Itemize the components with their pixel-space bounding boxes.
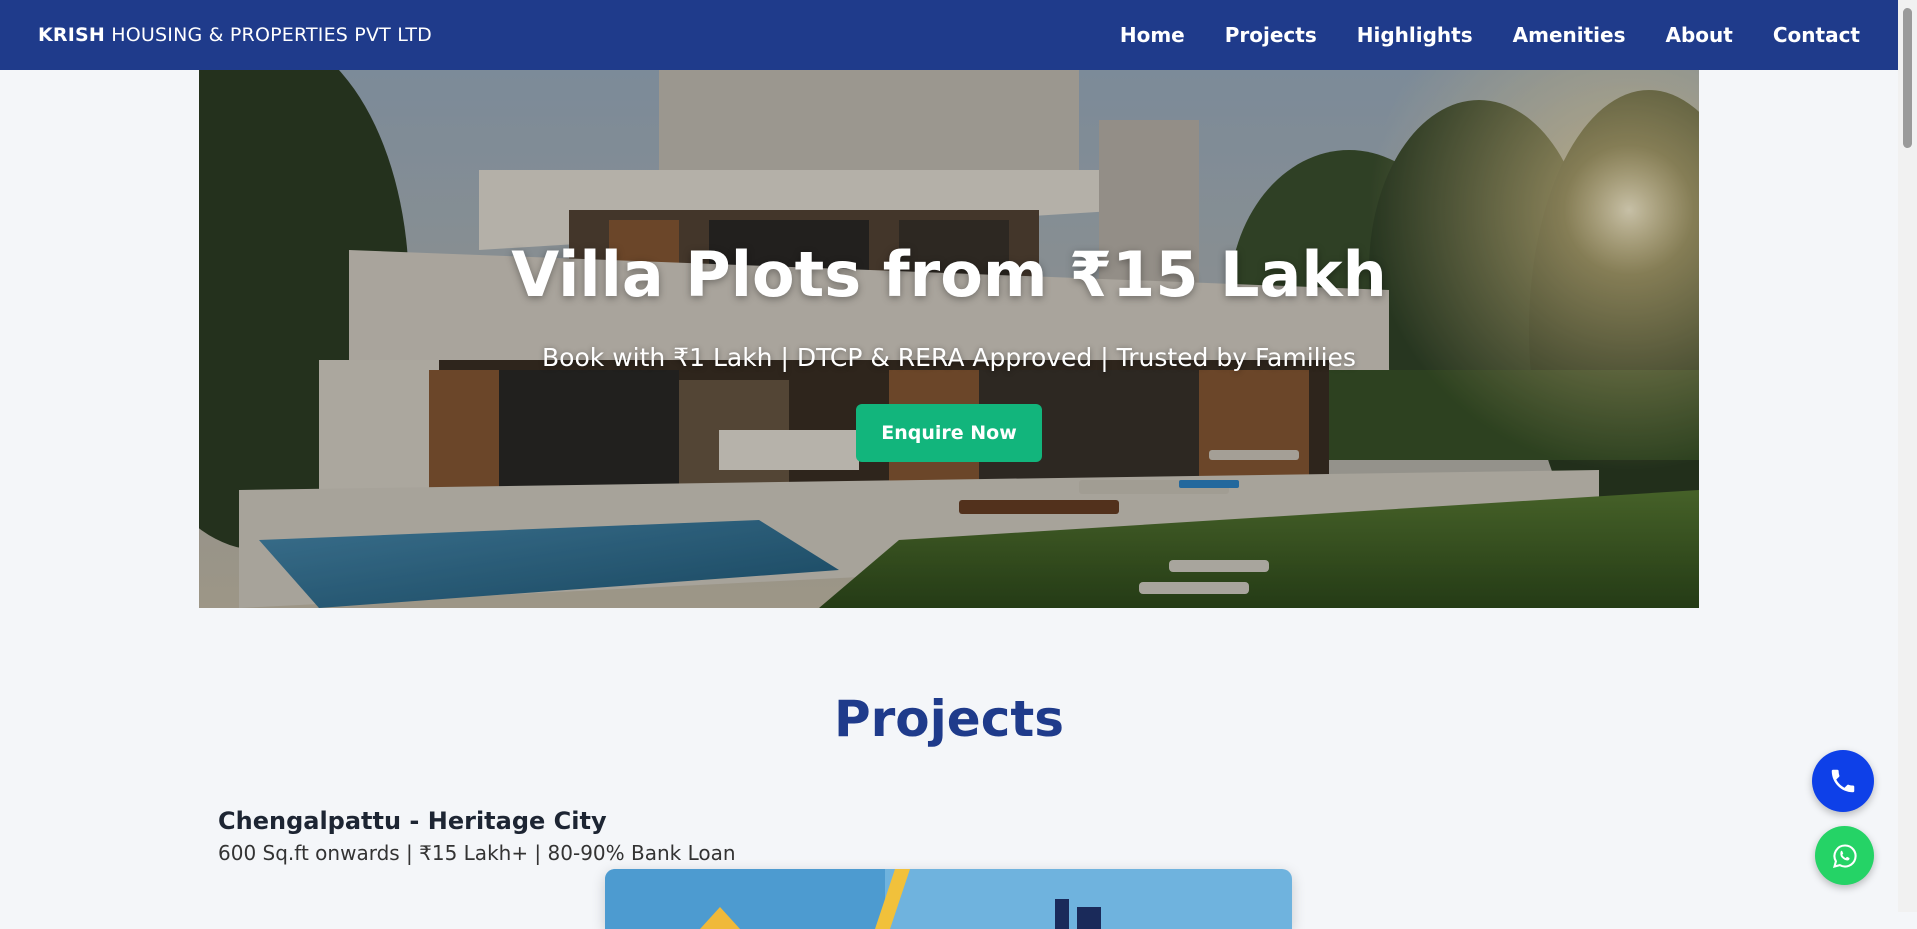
- hero-title: Villa Plots from ₹15 Lakh: [511, 238, 1387, 311]
- enquire-now-button[interactable]: Enquire Now: [856, 404, 1042, 462]
- brand-logo-text[interactable]: KRISH HOUSING & PROPERTIES PVT LTD: [38, 24, 432, 46]
- phone-icon: [1831, 769, 1855, 793]
- nav-link-contact[interactable]: Contact: [1773, 23, 1860, 47]
- project-image: [605, 869, 1292, 929]
- brand-name-bold: KRISH: [38, 24, 106, 46]
- nav-link-highlights[interactable]: Highlights: [1357, 23, 1473, 47]
- page-scrollbar[interactable]: [1898, 0, 1917, 912]
- nav-menu: Home Projects Highlights Amenities About…: [1120, 23, 1860, 47]
- nav-link-home[interactable]: Home: [1120, 23, 1185, 47]
- hero-subtitle: Book with ₹1 Lakh | DTCP & RERA Approved…: [542, 343, 1356, 372]
- top-navbar: KRISH HOUSING & PROPERTIES PVT LTD Home …: [0, 0, 1898, 70]
- nav-link-about[interactable]: About: [1666, 23, 1733, 47]
- scrollbar-thumb[interactable]: [1903, 8, 1912, 148]
- nav-link-projects[interactable]: Projects: [1225, 23, 1317, 47]
- whatsapp-button[interactable]: [1815, 826, 1874, 885]
- hero-overlay: [199, 70, 1699, 608]
- projects-heading: Projects: [833, 690, 1064, 748]
- whatsapp-icon: [1832, 843, 1857, 868]
- nav-link-amenities[interactable]: Amenities: [1513, 23, 1626, 47]
- project-title: Chengalpattu - Heritage City: [218, 807, 607, 835]
- project-image-card[interactable]: [605, 869, 1292, 929]
- project-details: 600 Sq.ft onwards | ₹15 Lakh+ | 80-90% B…: [218, 841, 736, 865]
- hero-banner: Villa Plots from ₹15 Lakh Book with ₹1 L…: [199, 70, 1699, 608]
- brand-name-rest: HOUSING & PROPERTIES PVT LTD: [105, 24, 433, 46]
- call-button[interactable]: [1812, 750, 1874, 812]
